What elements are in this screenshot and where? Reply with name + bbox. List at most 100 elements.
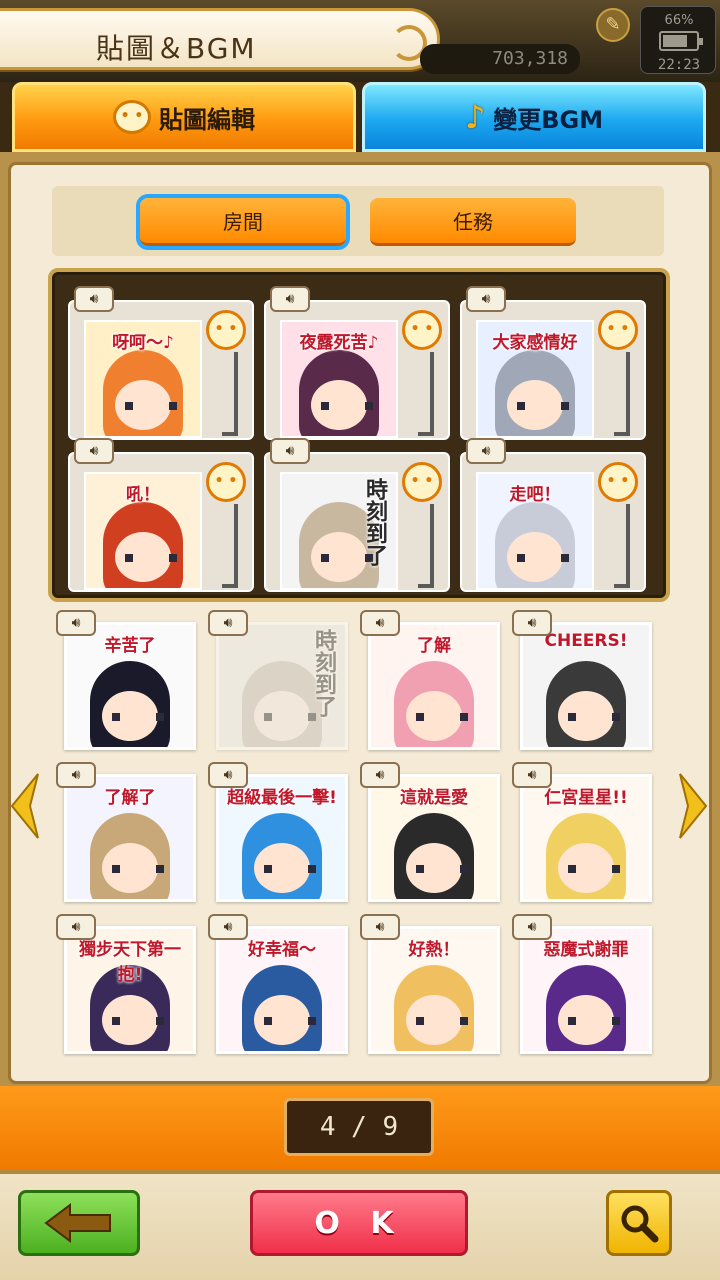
speaker-icon[interactable]: 🔊︎: [270, 438, 310, 464]
character-illustration: [394, 813, 474, 899]
speaker-icon[interactable]: 🔊︎: [360, 914, 400, 940]
sticker-caption: 大家感情好: [492, 333, 578, 353]
edit-sticker-icon[interactable]: • •: [598, 462, 638, 502]
slot-track: [614, 352, 630, 436]
sticker-image: 大家感情好: [476, 320, 594, 438]
speech-bubble-icon: • •: [113, 100, 151, 134]
sticker-grid-item[interactable]: 惡魔式謝罪 🔊︎: [512, 914, 654, 1056]
sticker-image: CHEERS!: [520, 622, 652, 750]
tab-sticker-edit-label: 貼圖編輯: [159, 105, 255, 134]
sticker-caption: 時刻到了: [311, 629, 336, 717]
sticker-grid-item[interactable]: 仁宮星星!! 🔊︎: [512, 762, 654, 904]
sticker-caption: 呀呵～♪: [112, 333, 174, 353]
prev-page-arrow[interactable]: [8, 770, 42, 842]
speaker-icon[interactable]: 🔊︎: [466, 286, 506, 312]
sticker-image: 時刻到了: [216, 622, 348, 750]
tab-change-bgm-label: 變更BGM: [493, 105, 604, 134]
character-illustration: [495, 350, 575, 436]
edit-sticker-icon[interactable]: • •: [598, 310, 638, 350]
sticker-image: 好熱！: [368, 926, 500, 1054]
speaker-icon[interactable]: 🔊︎: [74, 286, 114, 312]
character-illustration: [546, 965, 626, 1051]
speaker-icon[interactable]: 🔊︎: [360, 762, 400, 788]
sticker-grid-item[interactable]: 這就是愛 🔊︎: [360, 762, 502, 904]
subtab-mission[interactable]: 任務: [370, 198, 576, 246]
sticker-grid-item[interactable]: 辛苦了 🔊︎: [56, 610, 198, 752]
sticker-image: 夜露死苦♪: [280, 320, 398, 438]
sticker-grid-item[interactable]: 了解 🔊︎: [360, 610, 502, 752]
sticker-image: 了解了: [64, 774, 196, 902]
edit-sticker-icon[interactable]: • •: [402, 310, 442, 350]
sticker-image: 這就是愛: [368, 774, 500, 902]
speaker-icon[interactable]: 🔊︎: [512, 914, 552, 940]
sticker-image: 辛苦了: [64, 622, 196, 750]
battery-percent: 66%: [664, 13, 694, 28]
speaker-icon[interactable]: 🔊︎: [512, 610, 552, 636]
arrow-right-icon: [679, 773, 708, 839]
sticker-image: 獨步天下第一抱!: [64, 926, 196, 1054]
tab-sticker-edit[interactable]: • • 貼圖編輯: [12, 82, 356, 152]
sticker-grid-item[interactable]: 好熱！ 🔊︎: [360, 914, 502, 1056]
speaker-icon[interactable]: 🔊︎: [360, 610, 400, 636]
selected-sticker-slot[interactable]: 🔊︎ 大家感情好 • •: [460, 286, 646, 440]
speaker-icon[interactable]: 🔊︎: [466, 438, 506, 464]
slot-track: [222, 352, 238, 436]
character-illustration: [394, 661, 474, 747]
slot-track: [418, 504, 434, 588]
sticker-image: 呀呵～♪: [84, 320, 202, 438]
sticker-image: 惡魔式謝罪: [520, 926, 652, 1054]
back-arrow-icon: [44, 1203, 111, 1243]
selected-sticker-slot[interactable]: 🔊︎ 呀呵～♪ • •: [68, 286, 254, 440]
character-illustration: [90, 813, 170, 899]
sticker-grid-item[interactable]: 超級最後一擊! 🔊︎: [208, 762, 350, 904]
device-status: 66% 22:23: [640, 6, 716, 74]
sticker-grid-item[interactable]: 獨步天下第一抱! 🔊︎: [56, 914, 198, 1056]
character-illustration: [242, 965, 322, 1051]
battery-icon: [659, 31, 703, 51]
speaker-icon[interactable]: 🔊︎: [74, 438, 114, 464]
tab-change-bgm[interactable]: ♪ 變更BGM: [362, 82, 706, 152]
character-illustration: [90, 661, 170, 747]
speaker-icon[interactable]: 🔊︎: [56, 914, 96, 940]
speaker-icon[interactable]: 🔊︎: [208, 914, 248, 940]
slot-track: [222, 504, 238, 588]
speaker-icon[interactable]: 🔊︎: [270, 286, 310, 312]
page-counter: 4 / 9: [284, 1098, 434, 1156]
sticker-grid-item[interactable]: CHEERS! 🔊︎: [512, 610, 654, 752]
selected-sticker-slot[interactable]: 🔊︎ 夜露死苦♪ • •: [264, 286, 450, 440]
sticker-image: 仁宮星星!!: [520, 774, 652, 902]
arrow-left-icon: [10, 773, 39, 839]
edit-sticker-icon[interactable]: • •: [206, 462, 246, 502]
selected-sticker-slot[interactable]: 🔊︎ 時刻到了 • •: [264, 438, 450, 592]
subtab-room[interactable]: 房間: [140, 198, 346, 246]
sticker-caption: 時刻到了: [362, 478, 387, 566]
slot-track: [418, 352, 434, 436]
speaker-icon[interactable]: 🔊︎: [56, 610, 96, 636]
ok-button[interactable]: O K: [250, 1190, 468, 1256]
sticker-caption: 走吧！: [509, 485, 561, 505]
edit-sticker-icon[interactable]: • •: [206, 310, 246, 350]
speaker-icon[interactable]: 🔊︎: [208, 762, 248, 788]
speaker-icon[interactable]: 🔊︎: [512, 762, 552, 788]
character-illustration: [103, 502, 183, 588]
edit-sticker-icon[interactable]: • •: [402, 462, 442, 502]
next-page-arrow[interactable]: [676, 770, 710, 842]
selected-sticker-slot[interactable]: 🔊︎ 吼！ • •: [68, 438, 254, 592]
sticker-caption: 夜露死苦♪: [299, 333, 379, 353]
back-button[interactable]: [18, 1190, 140, 1256]
music-note-icon: ♪: [464, 98, 486, 136]
sticker-grid-item[interactable]: 好幸福～ 🔊︎: [208, 914, 350, 1056]
speaker-icon[interactable]: 🔊︎: [208, 610, 248, 636]
main-tabs: • • 貼圖編輯 ♪ 變更BGM: [0, 80, 720, 156]
character-illustration: [546, 661, 626, 747]
character-illustration: [103, 350, 183, 436]
speaker-icon[interactable]: 🔊︎: [56, 762, 96, 788]
sticker-grid-item[interactable]: 時刻到了 🔊︎: [208, 610, 350, 752]
search-icon: [621, 1205, 659, 1243]
sticker-grid-item[interactable]: 了解了 🔊︎: [56, 762, 198, 904]
selected-sticker-slot[interactable]: 🔊︎ 走吧！ • •: [460, 438, 646, 592]
search-button[interactable]: [606, 1190, 672, 1256]
character-illustration: [495, 502, 575, 588]
sticker-image: 時刻到了: [280, 472, 398, 590]
pencil-icon[interactable]: ✎: [596, 8, 630, 42]
